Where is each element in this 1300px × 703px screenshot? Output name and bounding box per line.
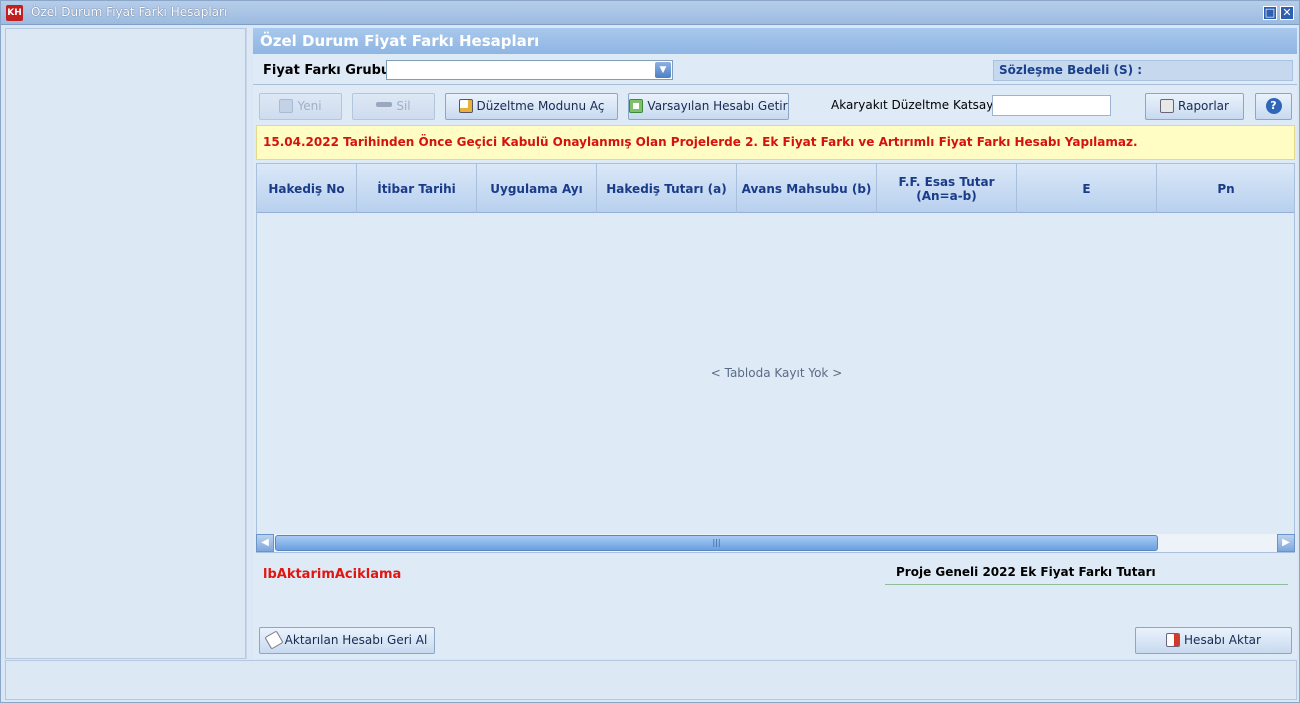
yeni-label: Yeni <box>297 99 322 113</box>
help-icon: ? <box>1265 97 1282 114</box>
column-header-itibar-tarihi[interactable]: İtibar Tarihi <box>357 164 477 213</box>
akaryakit-input[interactable] <box>992 95 1111 116</box>
chevron-down-icon[interactable]: ▼ <box>655 62 671 78</box>
duzeltme-label: Düzeltme Modunu Aç <box>476 99 605 113</box>
status-bar <box>5 660 1297 700</box>
aktar-label: Hesabı Aktar <box>1184 633 1261 647</box>
eraser-icon <box>264 629 284 650</box>
title-bar[interactable]: KH Özel Durum Fiyat Farkı Hesapları □ ✕ <box>1 1 1299 25</box>
yeni-button[interactable]: Yeni <box>259 93 342 120</box>
column-header-hakedis-no[interactable]: Hakediş No <box>257 164 357 213</box>
column-header-hakedis-tutari[interactable]: Hakediş Tutarı (a) <box>597 164 737 213</box>
window-title: Özel Durum Fiyat Farkı Hesapları <box>31 5 228 19</box>
help-button[interactable]: ? <box>1255 93 1292 120</box>
grid-header: Hakediş No İtibar Tarihi Uygulama Ayı Ha… <box>257 164 1294 213</box>
data-grid[interactable]: Hakediş No İtibar Tarihi Uygulama Ayı Ha… <box>256 163 1295 553</box>
raporlar-button[interactable]: Raporlar <box>1145 93 1244 120</box>
geri-al-label: Aktarılan Hesabı Geri Al <box>284 633 428 647</box>
raporlar-label: Raporlar <box>1178 99 1229 113</box>
close-button[interactable]: ✕ <box>1280 6 1294 20</box>
column-header-uygulama-ayi[interactable]: Uygulama Ayı <box>477 164 597 213</box>
scrollbar-thumb[interactable]: ||| <box>275 535 1158 551</box>
column-header-e[interactable]: E <box>1017 164 1157 213</box>
sil-button[interactable]: Sil <box>352 93 435 120</box>
aktarim-aciklama-label: lbAktarimAciklama <box>263 567 402 582</box>
export-icon <box>1166 632 1181 647</box>
column-header-ff-esas-tutar[interactable]: F.F. Esas Tutar (An=a-b) <box>877 164 1017 213</box>
refresh-icon <box>629 98 644 113</box>
left-panel <box>5 28 246 659</box>
app-icon: KH <box>6 5 23 21</box>
geri-al-button[interactable]: Aktarılan Hesabı Geri Al <box>259 627 435 654</box>
column-header-pn[interactable]: Pn <box>1157 164 1294 213</box>
maximize-button[interactable]: □ <box>1263 6 1277 20</box>
divider <box>253 84 1297 85</box>
app-window: KH Özel Durum Fiyat Farkı Hesapları □ ✕ … <box>0 0 1300 703</box>
varsayilan-hesap-button[interactable]: Varsayılan Hesabı Getir <box>628 93 789 120</box>
column-header-avans-mahsubu[interactable]: Avans Mahsubu (b) <box>737 164 877 213</box>
main-panel: Özel Durum Fiyat Farkı Hesapları Fiyat F… <box>253 28 1297 659</box>
hesabi-aktar-button[interactable]: Hesabı Aktar <box>1135 627 1292 654</box>
empty-table-message: < Tabloda Kayıt Yok > <box>710 366 843 380</box>
proje-geneli-label: Proje Geneli 2022 Ek Fiyat Farkı Tutarı <box>885 565 1288 585</box>
fiyat-farki-grubu-select[interactable]: ▼ <box>386 60 673 80</box>
sozlesme-bedeli-label: Sözleşme Bedeli (S) : <box>993 60 1293 81</box>
sil-label: Sil <box>396 99 411 113</box>
akaryakit-label: Akaryakıt Düzeltme Katsayısı <box>831 98 1007 112</box>
duzeltme-modu-button[interactable]: Düzeltme Modunu Aç <box>445 93 618 120</box>
varsayilan-label: Varsayılan Hesabı Getir <box>647 99 788 113</box>
scroll-right-icon[interactable]: ▶ <box>1277 534 1295 552</box>
horizontal-scrollbar[interactable]: ◀ ||| ▶ <box>256 534 1295 552</box>
page-title: Özel Durum Fiyat Farkı Hesapları <box>253 28 1297 54</box>
panel-splitter[interactable] <box>246 28 252 659</box>
printer-icon <box>1160 98 1175 113</box>
minus-icon <box>376 102 393 107</box>
fiyat-farki-grubu-label: Fiyat Farkı Grubu : <box>263 63 400 78</box>
plus-icon <box>279 98 294 113</box>
warning-banner: 15.04.2022 Tarihinden Önce Geçici Kabulü… <box>256 125 1295 160</box>
edit-icon <box>458 98 473 113</box>
scroll-left-icon[interactable]: ◀ <box>256 534 274 552</box>
